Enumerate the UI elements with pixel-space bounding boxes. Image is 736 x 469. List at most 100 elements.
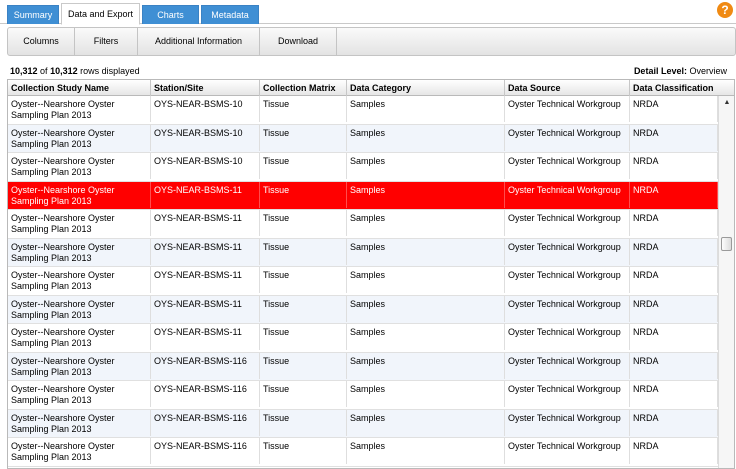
scroll-up-arrow-icon[interactable]: ▲	[719, 96, 734, 110]
cell-source: Oyster Technical Workgroup	[505, 238, 630, 265]
cell-study: Oyster--Nearshore Oyster Sampling Plan 2…	[8, 409, 151, 436]
cell-source: Oyster Technical Workgroup	[505, 181, 630, 208]
cell-category: Samples	[347, 238, 505, 265]
column-header-site[interactable]: Station/Site	[151, 80, 260, 96]
tab-summary[interactable]: Summary	[7, 5, 59, 24]
cell-site: OYS-NEAR-BSMS-11	[151, 267, 260, 293]
cell-source: Oyster Technical Workgroup	[505, 324, 630, 350]
table-row[interactable]: Oyster--Nearshore Oyster Sampling Plan 2…	[8, 238, 718, 267]
cell-matrix: Tissue	[260, 381, 347, 407]
toolbar: Columns Filters Additional Information D…	[7, 27, 736, 56]
filters-button[interactable]: Filters	[75, 28, 138, 55]
table-row[interactable]: Oyster--Nearshore Oyster Sampling Plan 2…	[8, 381, 718, 410]
detail-level: Detail Level: Overview	[634, 66, 727, 76]
column-header-matrix[interactable]: Collection Matrix	[260, 80, 347, 96]
additional-information-button[interactable]: Additional Information	[138, 28, 260, 55]
rows-shown: 10,312	[10, 66, 38, 76]
column-header-source[interactable]: Data Source	[505, 80, 630, 96]
cell-classification: NRDA	[630, 153, 718, 179]
cell-study: Oyster--Nearshore Oyster Sampling Plan 2…	[8, 124, 151, 151]
cell-site: OYS-NEAR-BSMS-10	[151, 153, 260, 179]
cell-category: Samples	[347, 181, 505, 208]
detail-level-label: Detail Level:	[633, 66, 687, 76]
cell-site: OYS-NEAR-BSMS-11	[151, 181, 260, 208]
cell-matrix: Tissue	[260, 409, 347, 436]
cell-site: OYS-NEAR-BSMS-10	[151, 96, 260, 122]
cell-classification: NRDA	[630, 381, 718, 407]
table-row[interactable]: Oyster--Nearshore Oyster Sampling Plan 2…	[8, 324, 718, 353]
rows-suffix: rows displayed	[80, 66, 140, 76]
cell-classification: NRDA	[630, 409, 718, 436]
cell-classification: NRDA	[630, 124, 718, 151]
cell-study: Oyster--Nearshore Oyster Sampling Plan 2…	[8, 238, 151, 265]
cell-classification: NRDA	[630, 210, 718, 236]
cell-source: Oyster Technical Workgroup	[505, 295, 630, 322]
table-row[interactable]: Oyster--Nearshore Oyster Sampling Plan 2…	[8, 267, 718, 296]
question-mark-icon[interactable]: ?	[717, 2, 733, 18]
cell-classification: NRDA	[630, 324, 718, 350]
cell-site: OYS-NEAR-BSMS-116	[151, 409, 260, 436]
cell-study: Oyster--Nearshore Oyster Sampling Plan 2…	[8, 438, 151, 464]
cell-matrix: Tissue	[260, 210, 347, 236]
cell-matrix: Tissue	[260, 438, 347, 464]
cell-classification: NRDA	[630, 181, 718, 208]
cell-site: OYS-NEAR-BSMS-116	[151, 438, 260, 464]
columns-button[interactable]: Columns	[8, 28, 75, 55]
scroll-thumb[interactable]	[721, 237, 732, 251]
vertical-scrollbar[interactable]: ▲	[718, 96, 734, 468]
cell-source: Oyster Technical Workgroup	[505, 267, 630, 293]
cell-matrix: Tissue	[260, 267, 347, 293]
cell-category: Samples	[347, 153, 505, 179]
row-count: 10,312 of 10,312 rows displayed	[10, 66, 140, 76]
cell-source: Oyster Technical Workgroup	[505, 352, 630, 379]
cell-source: Oyster Technical Workgroup	[505, 210, 630, 236]
cell-classification: NRDA	[630, 295, 718, 322]
cell-source: Oyster Technical Workgroup	[505, 124, 630, 151]
cell-category: Samples	[347, 409, 505, 436]
cell-study: Oyster--Nearshore Oyster Sampling Plan 2…	[8, 295, 151, 322]
cell-matrix: Tissue	[260, 295, 347, 322]
cell-study: Oyster--Nearshore Oyster Sampling Plan 2…	[8, 381, 151, 407]
rows-total: 10,312	[50, 66, 78, 76]
table-row[interactable]: Oyster--Nearshore Oyster Sampling Plan 2…	[8, 210, 718, 239]
cell-category: Samples	[347, 324, 505, 350]
cell-site: OYS-NEAR-BSMS-11	[151, 295, 260, 322]
cell-study: Oyster--Nearshore Oyster Sampling Plan 2…	[8, 153, 151, 179]
data-grid: Collection Study Name Station/Site Colle…	[7, 79, 735, 469]
cell-matrix: Tissue	[260, 181, 347, 208]
cell-classification: NRDA	[630, 438, 718, 464]
column-header-study[interactable]: Collection Study Name	[8, 80, 151, 96]
table-row[interactable]: Oyster--Nearshore Oyster Sampling Plan 2…	[8, 409, 718, 438]
rows-of-label: of	[40, 66, 48, 76]
download-button[interactable]: Download	[260, 28, 337, 55]
cell-category: Samples	[347, 438, 505, 464]
table-row[interactable]: Oyster--Nearshore Oyster Sampling Plan 2…	[8, 96, 718, 125]
cell-source: Oyster Technical Workgroup	[505, 153, 630, 179]
table-row[interactable]: Oyster--Nearshore Oyster Sampling Plan 2…	[8, 124, 718, 153]
cell-site: OYS-NEAR-BSMS-11	[151, 324, 260, 350]
cell-site: OYS-NEAR-BSMS-116	[151, 352, 260, 379]
cell-category: Samples	[347, 381, 505, 407]
tab-data-and-export[interactable]: Data and Export	[61, 3, 140, 25]
cell-matrix: Tissue	[260, 352, 347, 379]
cell-study: Oyster--Nearshore Oyster Sampling Plan 2…	[8, 210, 151, 236]
cell-classification: NRDA	[630, 267, 718, 293]
cell-classification: NRDA	[630, 96, 718, 122]
cell-matrix: Tissue	[260, 238, 347, 265]
cell-site: OYS-NEAR-BSMS-11	[151, 210, 260, 236]
tab-charts[interactable]: Charts	[142, 5, 199, 24]
table-row[interactable]: Oyster--Nearshore Oyster Sampling Plan 2…	[8, 295, 718, 324]
cell-study: Oyster--Nearshore Oyster Sampling Plan 2…	[8, 181, 151, 208]
cell-matrix: Tissue	[260, 124, 347, 151]
column-header-category[interactable]: Data Category	[347, 80, 505, 96]
cell-category: Samples	[347, 295, 505, 322]
table-row[interactable]: Oyster--Nearshore Oyster Sampling Plan 2…	[8, 181, 718, 210]
detail-level-value[interactable]: Overview	[689, 66, 727, 76]
data-export-view: Summary Data and Export Charts Metadata …	[0, 0, 736, 469]
table-row[interactable]: Oyster--Nearshore Oyster Sampling Plan 2…	[8, 153, 718, 182]
table-row[interactable]: Oyster--Nearshore Oyster Sampling Plan 2…	[8, 352, 718, 381]
table-row[interactable]: Oyster--Nearshore Oyster Sampling Plan 2…	[8, 438, 718, 467]
column-header-classification[interactable]: Data Classification	[630, 80, 734, 96]
cell-classification: NRDA	[630, 238, 718, 265]
tab-metadata[interactable]: Metadata	[201, 5, 259, 24]
